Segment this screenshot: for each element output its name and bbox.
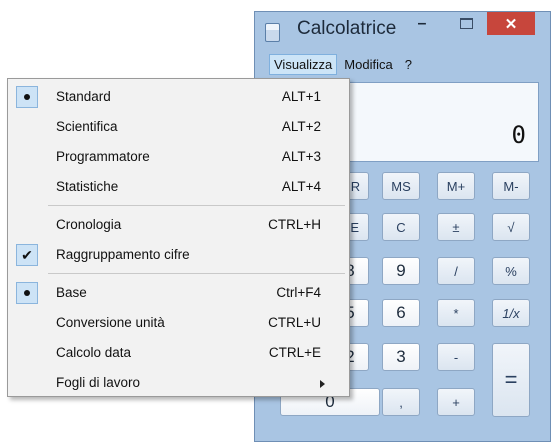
menu-item-base[interactable]: Base Ctrl+F4 [8, 279, 349, 307]
menu-item-label: Programmatore [56, 149, 150, 164]
menu-item-statistiche[interactable]: Statistiche ALT+4 [8, 173, 349, 201]
key-sqrt[interactable]: √ [492, 213, 530, 241]
key-minus[interactable]: - [437, 343, 475, 371]
maximize-button[interactable] [451, 12, 481, 35]
menu-separator [48, 273, 345, 274]
menu-item-shortcut: ALT+2 [281, 119, 321, 134]
checkmark-icon: ✔ [16, 244, 38, 266]
close-button[interactable]: ✕ [487, 12, 535, 35]
visualizza-dropdown-menu: Standard ALT+1 Scientifica ALT+2 Program… [7, 78, 350, 397]
menu-item-label: Raggruppamento cifre [56, 247, 190, 262]
menu-item-conversione-unita[interactable]: Conversione unità CTRL+U [8, 309, 349, 337]
key-ms[interactable]: MS [382, 172, 420, 200]
radio-selected-icon [16, 86, 38, 108]
key-decimal[interactable]: , [382, 388, 420, 416]
menu-item-fogli-di-lavoro[interactable]: Fogli di lavoro [8, 369, 349, 397]
menu-item-label: Base [56, 285, 87, 300]
key-3[interactable]: 3 [382, 343, 420, 371]
menu-item-shortcut: CTRL+H [268, 217, 321, 232]
menu-item-cronologia[interactable]: Cronologia CTRL+H [8, 211, 349, 239]
maximize-icon [459, 18, 473, 29]
key-c[interactable]: C [382, 213, 420, 241]
key-plus[interactable]: + [437, 388, 475, 416]
menu-item-shortcut: CTRL+U [268, 315, 321, 330]
menu-item-label: Fogli di lavoro [56, 375, 141, 390]
window-title: Calcolatrice [297, 18, 397, 39]
key-equals[interactable]: = [492, 343, 530, 417]
menu-item-label: Conversione unità [56, 315, 165, 330]
menu-item-shortcut: ALT+3 [281, 149, 321, 164]
calculator-icon [265, 23, 280, 42]
key-reciprocal[interactable]: 1/x [492, 299, 530, 327]
menu-item-calcolo-data[interactable]: Calcolo data CTRL+E [8, 339, 349, 367]
menu-modifica[interactable]: Modifica [339, 54, 397, 75]
menu-item-programmatore[interactable]: Programmatore ALT+3 [8, 143, 349, 171]
key-m-plus[interactable]: M+ [437, 172, 475, 200]
menu-item-shortcut: Ctrl+F4 [276, 285, 321, 300]
menu-item-scientifica[interactable]: Scientifica ALT+2 [8, 113, 349, 141]
menu-separator [48, 205, 345, 206]
menu-help[interactable]: ? [400, 54, 417, 75]
menu-item-label: Statistiche [56, 179, 119, 194]
radio-selected-icon [16, 282, 38, 304]
menu-item-standard[interactable]: Standard ALT+1 [8, 83, 349, 111]
menu-item-shortcut: ALT+4 [281, 179, 321, 194]
key-plus-minus[interactable]: ± [437, 213, 475, 241]
minimize-button[interactable]: – [407, 12, 437, 35]
menu-item-shortcut: ALT+1 [281, 89, 321, 104]
menu-item-label: Scientifica [56, 119, 118, 134]
menu-item-shortcut: CTRL+E [268, 345, 321, 360]
key-multiply[interactable]: * [437, 299, 475, 327]
menu-item-label: Cronologia [56, 217, 122, 232]
submenu-arrow-icon [320, 380, 325, 388]
key-percent[interactable]: % [492, 257, 530, 285]
menu-visualizza[interactable]: Visualizza [269, 53, 338, 75]
key-6[interactable]: 6 [382, 299, 420, 327]
menu-bar: Visualizza Modifica ? [269, 52, 539, 76]
key-9[interactable]: 9 [382, 257, 420, 285]
display-value: 0 [511, 121, 526, 149]
title-bar[interactable]: Calcolatrice – ✕ [255, 12, 550, 50]
key-m-minus[interactable]: M- [492, 172, 530, 200]
key-divide[interactable]: / [437, 257, 475, 285]
menu-item-label: Calcolo data [56, 345, 132, 360]
menu-item-label: Standard [56, 89, 111, 104]
menu-item-raggruppamento-cifre[interactable]: ✔ Raggruppamento cifre [8, 241, 349, 269]
